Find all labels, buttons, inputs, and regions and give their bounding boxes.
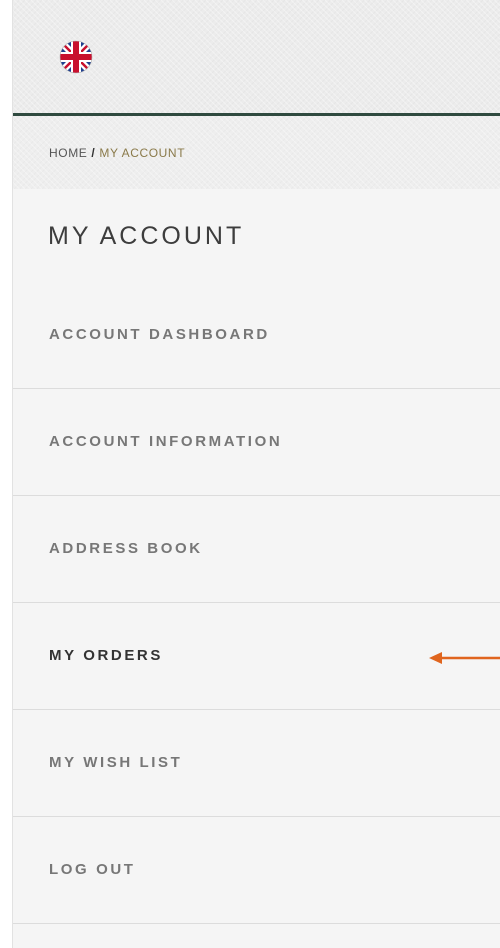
- breadcrumb-current: MY ACCOUNT: [99, 146, 186, 160]
- account-nav: ACCOUNT DASHBOARD ACCOUNT INFORMATION AD…: [13, 282, 500, 924]
- nav-item-address-book[interactable]: ADDRESS BOOK: [13, 496, 500, 603]
- nav-item-label: MY ORDERS: [49, 647, 163, 664]
- nav-item-label: ACCOUNT INFORMATION: [49, 433, 283, 450]
- nav-item-label: LOG OUT: [49, 861, 136, 878]
- breadcrumb-separator: /: [91, 146, 96, 160]
- left-arrow-icon: [429, 652, 500, 664]
- nav-item-account-dashboard[interactable]: ACCOUNT DASHBOARD: [13, 282, 500, 389]
- account-page: HOME / MY ACCOUNT MY ACCOUNT ACCOUNT DASHB…: [12, 0, 500, 948]
- nav-item-log-out[interactable]: LOG OUT: [13, 817, 500, 924]
- breadcrumb: HOME / MY ACCOUNT: [49, 146, 185, 160]
- nav-item-label: ADDRESS BOOK: [49, 540, 203, 557]
- nav-item-my-wish-list[interactable]: MY WISH LIST: [13, 710, 500, 817]
- nav-item-my-orders[interactable]: MY ORDERS: [13, 603, 500, 710]
- nav-item-label: ACCOUNT DASHBOARD: [49, 326, 270, 343]
- nav-item-account-information[interactable]: ACCOUNT INFORMATION: [13, 389, 500, 496]
- site-header: [13, 0, 500, 116]
- nav-item-label: MY WISH LIST: [49, 754, 183, 771]
- page-title: MY ACCOUNT: [48, 222, 245, 250]
- uk-flag-icon[interactable]: [59, 40, 93, 74]
- breadcrumb-home-link[interactable]: HOME: [49, 146, 87, 160]
- breadcrumb-bar: HOME / MY ACCOUNT: [13, 116, 500, 189]
